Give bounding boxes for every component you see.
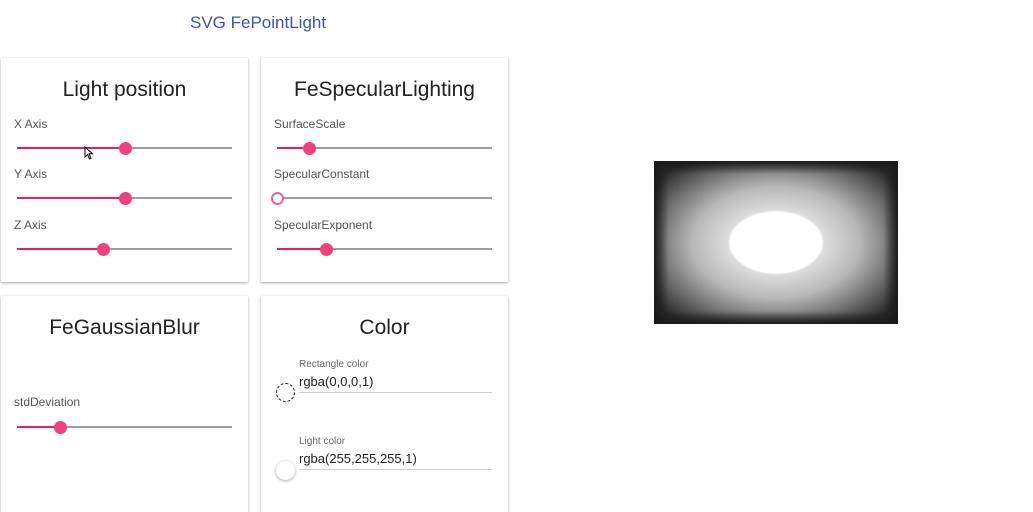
slider-thumb[interactable] xyxy=(118,192,132,205)
app-page: SVG FePointLight Light position X Axis Y… xyxy=(0,0,1033,512)
slider-thumb[interactable] xyxy=(271,192,284,205)
specular-exponent-label: SpecularExponent xyxy=(274,218,373,232)
slider-thumb[interactable] xyxy=(320,243,334,256)
specular-constant-label: SpecularConstant xyxy=(274,167,370,181)
slider-thumb[interactable] xyxy=(118,142,132,155)
std-deviation-label: stdDeviation xyxy=(14,395,81,409)
slider-thumb[interactable] xyxy=(54,421,67,434)
surface-scale-label: SurfaceScale xyxy=(274,117,346,131)
slider-fill xyxy=(17,248,103,250)
light-position-title: Light position xyxy=(62,78,187,101)
light-color-label: Light color xyxy=(299,436,346,447)
color-title: Color xyxy=(359,316,410,339)
rectangle-color-input[interactable] xyxy=(299,373,492,393)
slider-fill xyxy=(17,197,125,199)
light-color-swatch[interactable] xyxy=(276,461,295,480)
z-axis-slider[interactable] xyxy=(17,242,232,256)
light-spot xyxy=(746,213,806,273)
x-axis-slider[interactable] xyxy=(17,141,232,155)
gaussian-blur-title: FeGaussianBlur xyxy=(49,316,200,339)
gaussian-blur-card: FeGaussianBlur stdDeviation xyxy=(1,296,248,512)
mouse-cursor-icon xyxy=(84,146,94,160)
specular-constant-slider[interactable] xyxy=(271,191,492,205)
x-axis-label: X Axis xyxy=(14,117,48,131)
lighting-preview xyxy=(654,161,898,324)
light-color-input[interactable] xyxy=(299,450,492,470)
slider-fill xyxy=(277,248,327,250)
specular-lighting-card: FeSpecularLighting SurfaceScale Specular… xyxy=(261,58,508,282)
slider-fill xyxy=(17,147,125,149)
z-axis-label: Z Axis xyxy=(14,218,47,232)
y-axis-label: Y Axis xyxy=(14,167,48,181)
specular-lighting-title: FeSpecularLighting xyxy=(294,78,475,101)
rectangle-color-label: Rectangle color xyxy=(299,359,369,370)
rectangle-color-swatch[interactable] xyxy=(276,383,295,402)
app-title: SVG FePointLight xyxy=(190,13,327,32)
slider-thumb[interactable] xyxy=(97,243,110,256)
surface-scale-slider[interactable] xyxy=(277,141,492,155)
light-position-card: Light position X Axis Y Axis Z Axis xyxy=(1,58,248,282)
slider-track xyxy=(277,197,492,199)
slider-thumb[interactable] xyxy=(303,142,317,155)
color-card: Color Rectangle color Light color xyxy=(261,296,508,512)
y-axis-slider[interactable] xyxy=(17,191,232,205)
std-deviation-slider[interactable] xyxy=(17,420,232,434)
specular-exponent-slider[interactable] xyxy=(277,242,492,256)
